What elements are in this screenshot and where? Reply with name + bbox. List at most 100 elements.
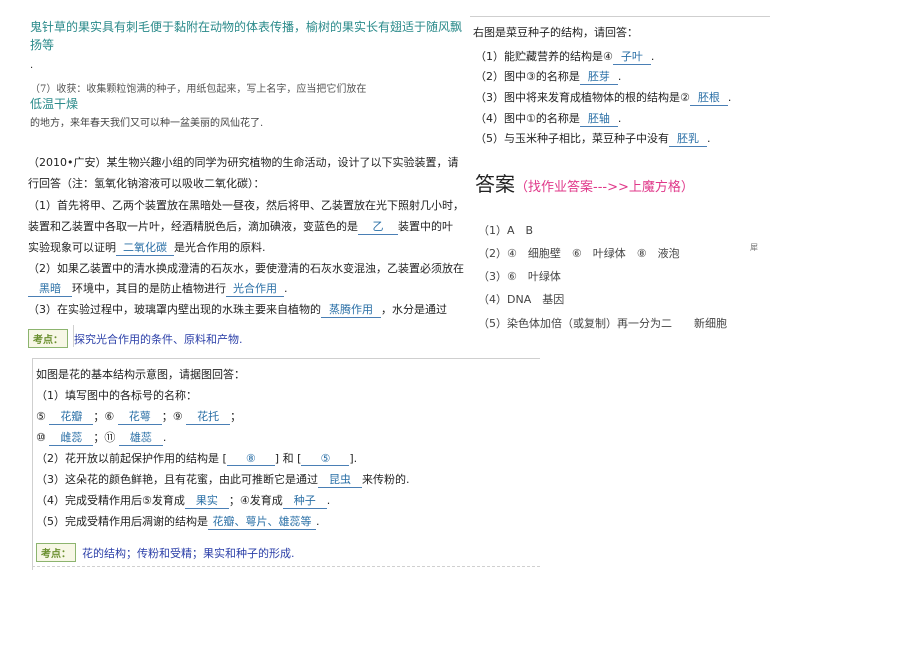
answer-blank: ⑧	[226, 452, 275, 466]
q-text: （3）图中将来发育成植物体的根的结构是②	[475, 91, 690, 104]
q-text: （2）花开放以前起保护作用的结构是 [	[36, 452, 227, 465]
q-text: 是光合作用的原料.	[174, 241, 266, 254]
q-text: .	[316, 515, 320, 528]
answer-line: （1）A B	[478, 224, 534, 237]
exp-line: （2）如果乙装置中的清水换成澄清的石灰水，要使澄清的石灰水变混浊，乙装置必须放在	[28, 262, 464, 275]
q-text: （3）在实验过程中，玻璃罩内壁出现的水珠主要来自植物的	[28, 303, 321, 316]
flower-row: ⑩ 雌蕊 ；⑪ 雄蕊.	[36, 429, 166, 446]
seed-q4: （4）图中①的名称是 胚轴.	[475, 110, 621, 127]
answer-blank: 二氧化碳	[116, 239, 174, 256]
answer-line: （5）染色体加倍（或复制）再一分为二 新细胞	[478, 317, 727, 330]
q-text: ].	[349, 452, 358, 465]
flower-q1: （1）填写图中的各标号的名称：	[36, 389, 197, 402]
q-text: （4）图中①的名称是	[475, 112, 580, 125]
q-text: .	[284, 282, 288, 295]
divider	[73, 325, 74, 347]
kaodian-row: 考点： 花的结构；传粉和受精；果实和种子的形成.	[36, 542, 295, 562]
side-mark: 犀	[750, 243, 758, 252]
q-text: ；	[230, 410, 242, 423]
q-text: ] 和 [	[274, 452, 302, 465]
q-text: （4）完成受精作用后⑤发育成	[36, 494, 185, 507]
exp-intro: 行回答（注：氢氧化钠溶液可以吸收二氧化碳）：	[28, 177, 265, 190]
seed-title: 右图是菜豆种子的结构，请回答：	[473, 26, 638, 39]
flower-q5: （5）完成受精作用后凋谢的结构是 花瓣、萼片、雄蕊等.	[36, 513, 320, 530]
divider	[32, 358, 540, 359]
answer-blank: 昆虫	[318, 471, 362, 488]
exp-line: 黑暗 环境中，其目的是防止植物进行 光合作用.	[28, 280, 288, 297]
answer-blank: 花萼	[117, 408, 162, 425]
answer-blank: 果实	[184, 492, 229, 509]
kaodian-text: 探究光合作用的条件、原料和产物.	[74, 333, 243, 346]
answer-blank: 光合作用	[226, 280, 284, 297]
q-text: .	[162, 431, 167, 444]
answer-line: （3）⑥ 叶绿体	[478, 270, 561, 283]
answer-header: 答案（找作业答案--->>上魔方格）	[475, 168, 694, 197]
answer-blank: 子叶	[612, 48, 651, 65]
q-text: .	[727, 91, 732, 104]
q-text: ；④发育成	[228, 494, 283, 507]
answer-blank: 蒸腾作用	[321, 301, 381, 318]
q-text: 环境中，其目的是防止植物进行	[72, 282, 226, 295]
experiment-block: （2010•广安）某生物兴趣小组的同学为研究植物的生命活动，设计了以下实验装置，…	[28, 150, 470, 350]
q-text: .	[617, 112, 622, 125]
q-text: ⑤	[36, 410, 46, 423]
find-answer-link[interactable]: （找作业答案--->>上魔方格）	[515, 180, 694, 195]
text-line: 低温干燥	[30, 97, 79, 111]
answer-blank: ⑤	[301, 452, 350, 466]
flower-q2: （2）花开放以前起保护作用的结构是 [⑧] 和 [⑤].	[36, 450, 357, 466]
answer-blank: 胚轴	[579, 110, 618, 127]
kaodian-row: 考点： 探究光合作用的条件、原料和产物.	[28, 328, 243, 348]
answer-blank: 胚芽	[579, 68, 618, 85]
text-line: 扬等	[30, 38, 55, 52]
q-text: （3）这朵花的颜色鲜艳，且有花蜜，由此可推断它是通过	[36, 473, 318, 486]
kaodian-text: 花的结构；传粉和受精；果实和种子的形成.	[82, 547, 295, 560]
seed-q1: （1）能贮藏营养的结构是④ 子叶.	[475, 48, 654, 65]
q-text: 来传粉的.	[362, 473, 410, 486]
q-text: （2）图中③的名称是	[475, 70, 580, 83]
q-text: 装置和乙装置中各取一片叶，经酒精脱色后，滴加碘液，变蓝色的是	[28, 220, 358, 233]
kaodian-label: 考点：	[36, 543, 76, 562]
divider	[470, 16, 770, 17]
answer-blank: 胚根	[689, 89, 728, 106]
exp-intro: （2010•广安）某生物兴趣小组的同学为研究植物的生命活动，设计了以下实验装置，…	[28, 156, 459, 169]
flower-q4: （4）完成受精作用后⑤发育成 果实 ；④发育成 种子.	[36, 492, 330, 509]
q-text: 实验现象可以证明	[28, 241, 116, 254]
divider	[32, 566, 540, 567]
q-text: ，水分是通过	[381, 303, 447, 316]
answer-line: （4）DNA 基因	[478, 293, 565, 306]
q-text: ；⑨	[161, 410, 183, 423]
text-line: 的地方，来年春天我们又可以种一盆美丽的风仙花了.	[30, 118, 264, 129]
answer-blank: 黑暗	[28, 280, 72, 297]
kaodian-label: 考点：	[28, 329, 68, 348]
exp-line: （1）首先将甲、乙两个装置放在黑暗处一昼夜，然后将甲、乙装置放在光下照射几小时，	[28, 199, 464, 212]
q-text: .	[650, 50, 655, 63]
q-text: ；⑪	[93, 431, 116, 444]
flower-title: 如图是花的基本结构示意图，请据图回答：	[36, 368, 245, 381]
seed-q2: （2）图中③的名称是 胚芽.	[475, 68, 621, 85]
q-text: .	[617, 70, 622, 83]
answer-blank: 花瓣	[49, 408, 94, 425]
seed-q3: （3）图中将来发育成植物体的根的结构是② 胚根.	[475, 89, 731, 106]
flower-q3: （3）这朵花的颜色鲜艳，且有花蜜，由此可推断它是通过 昆虫 来传粉的.	[36, 471, 410, 488]
answer-title: 答案	[475, 172, 515, 196]
q-text: （1）能贮藏营养的结构是④	[475, 50, 613, 63]
answer-blank: 种子	[282, 492, 327, 509]
text-dot: .	[30, 60, 34, 71]
exp-line: 装置和乙装置中各取一片叶，经酒精脱色后，滴加碘液，变蓝色的是乙装置中的叶	[28, 218, 453, 235]
q-text: 装置中的叶	[398, 220, 453, 233]
q-text: .	[326, 494, 331, 507]
answer-blank: 胚乳	[669, 130, 707, 147]
q-text: ；⑥	[93, 410, 115, 423]
exp-line: 实验现象可以证明 二氧化碳 是光合作用的原料.	[28, 239, 266, 256]
text-line: （7）收获：收集颗粒饱满的种子，用纸包起来，写上名字，应当把它们放在	[30, 84, 367, 95]
text-line: 鬼针草的果实具有刺毛便于黏附在动物的体表传播，榆树的果实长有翅适于随风飘	[30, 20, 463, 34]
answer-blank: 雄蕊	[118, 429, 163, 446]
divider	[32, 358, 33, 570]
answer-blank: 雌蕊	[49, 429, 94, 446]
q-text: （5）完成受精作用后凋谢的结构是	[36, 515, 208, 528]
q-text: ⑩	[36, 431, 46, 444]
exp-line: （3）在实验过程中，玻璃罩内壁出现的水珠主要来自植物的 蒸腾作用 ，水分是通过	[28, 301, 447, 318]
seed-q5: （5）与玉米种子相比，菜豆种子中没有 胚乳.	[475, 130, 711, 147]
answer-blank: 花托	[186, 408, 231, 425]
answer-blank: 花瓣、萼片、雄蕊等	[208, 513, 316, 530]
